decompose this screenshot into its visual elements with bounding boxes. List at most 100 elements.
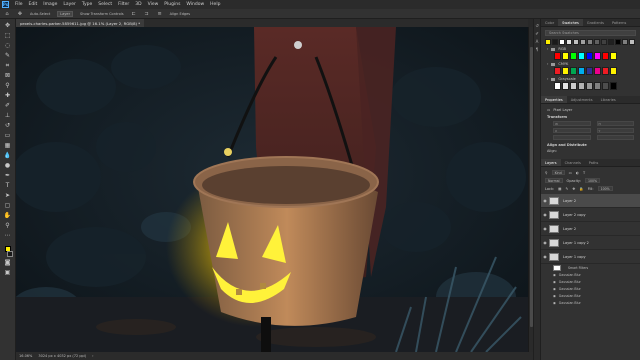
dodge-tool-icon[interactable]: ● [3, 162, 12, 170]
swatch[interactable] [610, 82, 617, 90]
filter-row[interactable]: ◉ Gaussian Blur [541, 285, 640, 292]
swatch[interactable] [578, 82, 585, 90]
align-center-icon[interactable]: ⊐ [144, 11, 150, 17]
visibility-eye-icon[interactable]: ◉ [541, 226, 549, 231]
swatch[interactable] [570, 67, 577, 75]
menu-3d[interactable]: 3D [135, 2, 141, 7]
character-icon[interactable]: A [535, 39, 540, 44]
angle-field[interactable] [553, 135, 591, 140]
visibility-eye-icon[interactable]: ◉ [541, 254, 549, 259]
recent-swatch[interactable] [580, 39, 586, 45]
recent-swatch[interactable] [587, 39, 593, 45]
visibility-eye-icon[interactable]: ◉ [541, 212, 549, 217]
swatch[interactable] [554, 82, 561, 90]
recent-swatch[interactable] [545, 39, 551, 45]
status-arrow-icon[interactable]: › [92, 354, 93, 358]
visibility-eye-icon[interactable]: ◉ [541, 198, 549, 203]
fill-input[interactable]: 100% [597, 186, 613, 191]
width-field[interactable]: W [553, 121, 591, 126]
swatch[interactable] [562, 52, 569, 60]
filter-adjust-icon[interactable]: ◐ [576, 171, 579, 175]
recent-swatch[interactable] [559, 39, 565, 45]
height-field[interactable]: H [596, 121, 634, 126]
lock-transparent-icon[interactable]: ▦ [558, 187, 561, 191]
chevron-right-icon[interactable]: › [547, 47, 548, 51]
zoom-tool-icon[interactable]: ⚲ [3, 222, 12, 230]
menu-help[interactable]: Help [210, 2, 220, 7]
move-tool-icon[interactable]: ✥ [3, 22, 12, 30]
recent-swatch[interactable] [566, 39, 572, 45]
tab-properties[interactable]: Properties [541, 96, 567, 103]
tab-patterns[interactable]: Patterns [608, 19, 630, 26]
flip-field[interactable] [596, 135, 634, 140]
recent-swatch[interactable] [573, 39, 579, 45]
brush-tool-icon[interactable]: ✐ [3, 102, 12, 110]
swatch[interactable] [554, 67, 561, 75]
swatch[interactable] [554, 52, 561, 60]
filter-row[interactable]: ◉ Gaussian Blur [541, 292, 640, 299]
swatch[interactable] [578, 67, 585, 75]
menu-select[interactable]: Select [98, 2, 112, 7]
clone-stamp-tool-icon[interactable]: ⊥ [3, 112, 12, 120]
tab-color[interactable]: Color [541, 19, 558, 26]
blur-tool-icon[interactable]: 💧 [3, 152, 12, 160]
paragraph-icon[interactable]: ¶ [535, 47, 540, 52]
layer-row[interactable]: ◉ Layer 2 [541, 194, 640, 208]
more-tools-icon[interactable]: ⋯ [3, 232, 12, 240]
tab-layers[interactable]: Layers [541, 159, 561, 166]
eraser-tool-icon[interactable]: ▭ [3, 132, 12, 140]
screen-mode-icon[interactable]: ▣ [3, 269, 12, 277]
tab-adjustments[interactable]: Adjustments [567, 96, 597, 103]
opacity-input[interactable]: 100% [584, 178, 601, 183]
filter-eye-icon[interactable]: ◉ [553, 280, 556, 284]
filter-eye-icon[interactable]: ◉ [553, 294, 556, 298]
recent-swatch[interactable] [608, 39, 614, 45]
filter-row[interactable]: ◉ Gaussian Blur [541, 299, 640, 306]
recent-swatch[interactable] [601, 39, 607, 45]
type-tool-icon[interactable]: T [3, 182, 12, 190]
distribute-icon[interactable]: ≡ [157, 11, 163, 17]
recent-swatch[interactable] [594, 39, 600, 45]
align-edges-label[interactable]: Align Edges [170, 12, 191, 16]
filter-eye-icon[interactable]: ◉ [553, 301, 556, 305]
swatch[interactable] [610, 67, 617, 75]
frame-tool-icon[interactable]: ⊠ [3, 72, 12, 80]
swatch[interactable] [610, 52, 617, 60]
menu-view[interactable]: View [148, 2, 159, 7]
smart-filters-row[interactable]: Smart Filters [541, 264, 640, 271]
menu-layer[interactable]: Layer [63, 2, 76, 7]
marquee-tool-icon[interactable]: ⬚ [3, 32, 12, 40]
swatch[interactable] [602, 82, 609, 90]
lock-position-icon[interactable]: ✥ [572, 187, 575, 191]
align-left-icon[interactable]: ⊏ [131, 11, 137, 17]
tab-swatches[interactable]: Swatches [558, 19, 583, 26]
home-icon[interactable]: ⌂ [4, 11, 10, 17]
chevron-right-icon[interactable]: › [547, 77, 548, 81]
y-field[interactable]: Y [596, 128, 634, 133]
layer-row[interactable]: ◉ Layer 2 [541, 222, 640, 236]
blend-mode-dropdown[interactable]: Normal [545, 178, 563, 183]
filter-type-icon[interactable]: T [583, 171, 585, 175]
history-brush-tool-icon[interactable]: ↺ [3, 122, 12, 130]
layer-name[interactable]: Layer 2 copy [563, 213, 586, 217]
layer-row[interactable]: ◉ Layer 1 copy 2 [541, 236, 640, 250]
menu-plugins[interactable]: Plugins [164, 2, 180, 7]
kind-dropdown[interactable]: Kind [551, 170, 565, 175]
menu-type[interactable]: Type [82, 2, 92, 7]
layer-row[interactable]: ◉ Layer 1 copy [541, 250, 640, 264]
swatch[interactable] [602, 52, 609, 60]
canvas[interactable] [16, 27, 528, 352]
x-field[interactable]: X [553, 128, 591, 133]
visibility-eye-icon[interactable]: ◉ [541, 240, 549, 245]
background-color-swatch[interactable] [6, 251, 13, 257]
swatch[interactable] [594, 67, 601, 75]
filter-row[interactable]: ◉ Gaussian Blur [541, 271, 640, 278]
auto-select-dropdown[interactable]: Layer [57, 10, 74, 17]
layer-name[interactable]: Layer 1 copy [563, 255, 586, 259]
filter-row[interactable]: ◉ Gaussian Blur [541, 278, 640, 285]
recent-swatch[interactable] [552, 39, 558, 45]
brush-settings-icon[interactable]: ✐ [535, 31, 540, 36]
rectangle-tool-icon[interactable]: ▢ [3, 202, 12, 210]
menu-edit[interactable]: Edit [29, 2, 38, 7]
menu-filter[interactable]: Filter [118, 2, 129, 7]
